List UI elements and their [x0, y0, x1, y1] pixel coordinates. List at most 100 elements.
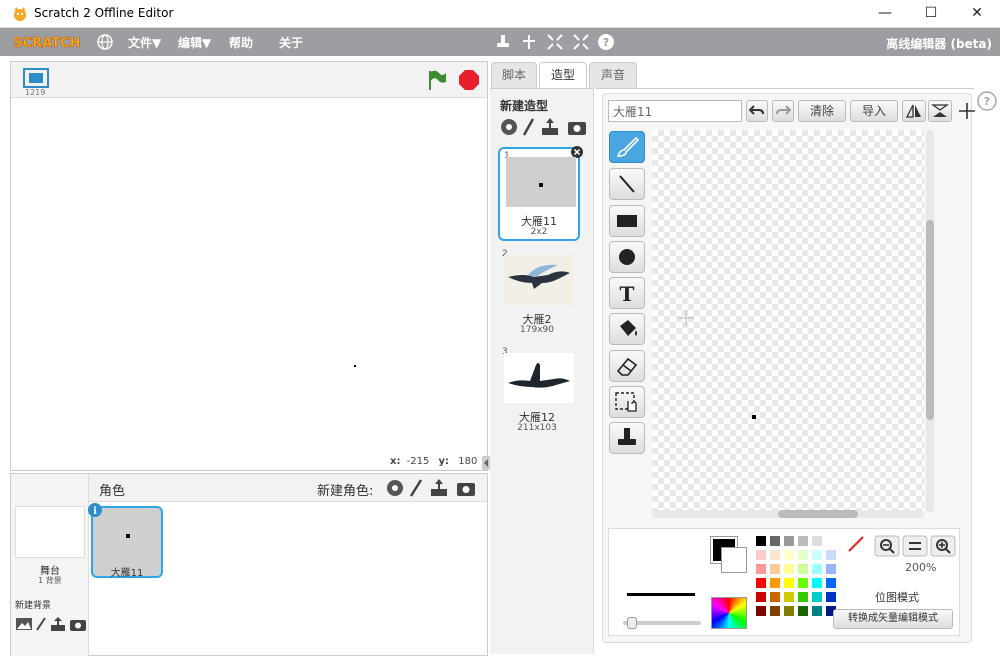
color-swatch[interactable] [797, 563, 809, 575]
clear-button[interactable]: 清除 [798, 100, 846, 122]
color-swatch[interactable] [783, 535, 795, 547]
color-swatch[interactable] [811, 535, 823, 547]
zoom-in-icon[interactable] [930, 535, 956, 557]
zoom-reset-icon[interactable] [902, 535, 928, 557]
color-swatch[interactable] [783, 591, 795, 603]
paint-costume-icon[interactable] [522, 118, 535, 136]
color-swatch[interactable] [797, 577, 809, 589]
menu-help[interactable]: 帮助 [229, 34, 253, 51]
line-tool[interactable] [609, 168, 645, 200]
color-swatch[interactable] [825, 591, 837, 603]
color-swatch[interactable] [755, 591, 767, 603]
paint-brush-icon[interactable] [36, 617, 46, 631]
paint-canvas[interactable] [652, 130, 924, 512]
color-swatch[interactable] [769, 563, 781, 575]
stamp-tool[interactable] [609, 422, 645, 454]
color-swatch[interactable] [783, 563, 795, 575]
vertical-scroll-thumb[interactable] [926, 220, 934, 420]
duplicate-stamp-icon[interactable] [494, 33, 512, 51]
color-swatch[interactable] [825, 549, 837, 561]
color-swatch[interactable] [769, 549, 781, 561]
brush-tool[interactable] [609, 131, 645, 163]
collapse-stage-toggle[interactable] [482, 456, 490, 470]
upload-costume-icon[interactable] [542, 118, 558, 135]
close-window-button[interactable]: ✕ [954, 0, 1000, 28]
set-costume-center-button[interactable] [956, 100, 978, 122]
color-swatch[interactable] [755, 535, 767, 547]
color-swatch[interactable] [783, 605, 795, 617]
sprite-tile-selected[interactable]: i 大雁11 [88, 503, 163, 579]
select-tool[interactable] [609, 386, 645, 418]
color-swatch[interactable] [811, 605, 823, 617]
color-swatch[interactable] [783, 577, 795, 589]
color-swatch[interactable] [797, 591, 809, 603]
horizontal-scrollbar[interactable] [652, 510, 924, 518]
flip-horizontal-button[interactable] [902, 100, 926, 122]
menu-edit[interactable]: 编辑▼ [178, 34, 211, 51]
landscape-icon[interactable] [16, 618, 32, 630]
maximize-button[interactable]: ☐ [908, 0, 954, 28]
ellipse-tool[interactable] [609, 241, 645, 273]
fullscreen-icon[interactable] [23, 68, 49, 88]
color-swatch[interactable] [797, 535, 809, 547]
text-tool[interactable]: T [609, 277, 645, 309]
color-swatch[interactable] [811, 591, 823, 603]
menu-about[interactable]: 关于 [279, 34, 303, 51]
color-swatch[interactable] [769, 577, 781, 589]
color-swatch[interactable] [755, 605, 767, 617]
tab-costumes[interactable]: 造型 [539, 62, 587, 89]
color-swatch[interactable] [797, 549, 809, 561]
paint-new-sprite-icon[interactable] [409, 479, 423, 497]
fill-tool[interactable] [609, 313, 645, 345]
flip-vertical-button[interactable] [928, 100, 952, 122]
import-button[interactable]: 导入 [850, 100, 898, 122]
shrink-icon[interactable] [572, 33, 590, 51]
color-swatch[interactable] [769, 605, 781, 617]
color-swatch[interactable] [783, 549, 795, 561]
undo-button[interactable] [746, 100, 768, 122]
color-swatch[interactable] [811, 577, 823, 589]
line-width-slider-handle[interactable] [627, 617, 637, 629]
color-swatch[interactable] [755, 577, 767, 589]
info-icon[interactable]: i [87, 502, 103, 518]
color-swatch[interactable] [811, 549, 823, 561]
secondary-color-swatch[interactable] [721, 547, 747, 573]
color-swatch[interactable] [825, 577, 837, 589]
costume-item-2[interactable]: 2 大雁2 179x90 [498, 247, 580, 341]
costume-name-input[interactable] [608, 100, 742, 122]
upload-sprite-icon[interactable] [431, 479, 447, 496]
sprite-library-icon[interactable] [387, 480, 403, 496]
menu-file[interactable]: 文件▼ [128, 34, 161, 51]
upload-icon[interactable] [51, 617, 65, 631]
color-swatch[interactable] [755, 563, 767, 575]
help-icon[interactable]: ? [976, 90, 998, 112]
scratch-logo-icon[interactable]: SCRATCH [14, 32, 80, 52]
globe-icon[interactable] [96, 33, 114, 51]
color-swatch[interactable] [825, 535, 837, 547]
green-flag-icon[interactable] [425, 68, 449, 92]
color-swatch[interactable] [825, 563, 837, 575]
tab-scripts[interactable]: 脚本 [491, 62, 537, 88]
redo-button[interactable] [772, 100, 794, 122]
rectangle-tool[interactable] [609, 205, 645, 237]
costume-item-1[interactable]: 1 大雁11 2x2 [498, 146, 583, 241]
convert-to-vector-button[interactable]: 转换成矢量编辑模式 [833, 609, 953, 629]
color-swatch[interactable] [811, 563, 823, 575]
stop-icon[interactable] [457, 68, 481, 92]
stage-thumbnail[interactable] [15, 506, 85, 558]
minimize-button[interactable]: — [862, 0, 908, 28]
cut-icon[interactable] [520, 33, 538, 51]
camera-costume-icon[interactable] [568, 122, 586, 135]
tab-sounds[interactable]: 声音 [589, 62, 637, 88]
help-block-icon[interactable]: ? [597, 33, 615, 51]
camera-sprite-icon[interactable] [457, 483, 475, 496]
costume-library-icon[interactable] [501, 119, 517, 135]
horizontal-scroll-thumb[interactable] [778, 510, 858, 518]
stage[interactable]: 1219 [10, 61, 488, 471]
costume-item-3[interactable]: 3 大雁12 211x103 [498, 345, 580, 439]
transparent-swatch-icon[interactable] [847, 535, 865, 553]
color-picker-button[interactable] [711, 597, 747, 629]
color-swatch[interactable] [755, 549, 767, 561]
line-width-slider[interactable] [623, 617, 701, 629]
camera-icon[interactable] [70, 620, 86, 631]
